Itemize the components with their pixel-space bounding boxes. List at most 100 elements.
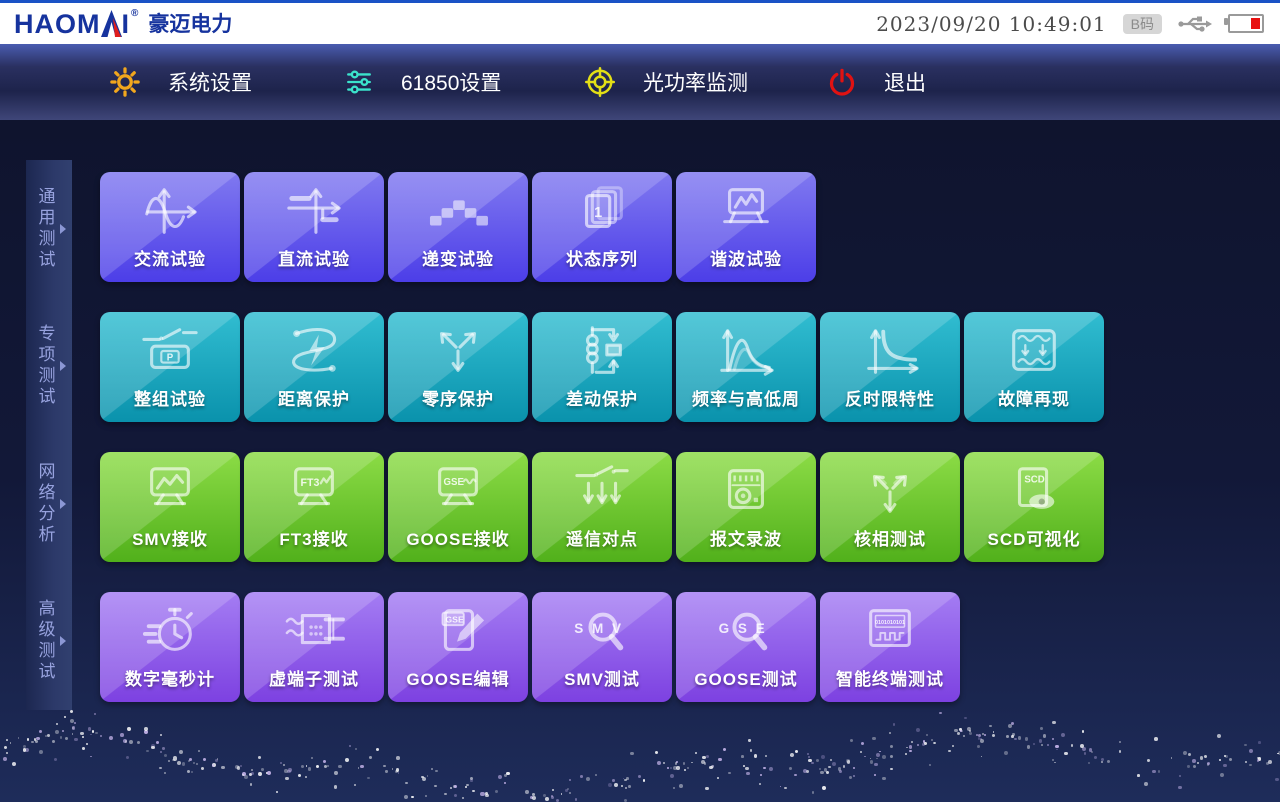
harmonic-test-icon — [704, 182, 788, 240]
menu-item-optical-power[interactable]: 光功率监测 — [585, 44, 748, 120]
particle-dot — [954, 729, 958, 733]
tile-distance-protection[interactable]: 距离保护 — [244, 312, 384, 422]
particle-dot — [879, 751, 881, 753]
chevron-right-icon — [60, 499, 66, 509]
tile-state-sequence[interactable]: 1 状态序列 — [532, 172, 672, 282]
tile-scd-visualization[interactable]: SCD SCD可视化 — [964, 452, 1104, 562]
particle-dot — [298, 774, 301, 777]
tile-label: 递变试验 — [388, 245, 528, 270]
particle-dot — [1223, 764, 1227, 768]
particle-dot — [162, 747, 165, 750]
brand-logo: HAOM I ® 豪迈电力 — [0, 10, 232, 37]
sidebar-tab-label: 网络分析 — [33, 462, 58, 546]
particle-dot — [1119, 750, 1121, 752]
sidebar-tab-special-test[interactable]: 专项测试 — [33, 324, 66, 408]
particle-dot — [323, 760, 326, 763]
particle-dot — [964, 717, 966, 719]
battery-icon — [1228, 14, 1264, 33]
particle-dot — [395, 770, 398, 773]
particle-dot — [963, 735, 966, 738]
menu-item-61850-settings[interactable]: 61850设置 — [345, 44, 501, 120]
particle-dot — [569, 792, 571, 794]
sidebar-tab-network-analysis[interactable]: 网络分析 — [33, 462, 66, 546]
tile-phase-check-test[interactable]: 核相测试 — [820, 452, 960, 562]
tile-ac-test[interactable]: 交流试验 — [100, 172, 240, 282]
group-test-icon: P — [128, 322, 212, 380]
menu-item-exit[interactable]: 退出 — [828, 44, 926, 120]
sidebar-tab-advanced-test[interactable]: 高级测试 — [33, 599, 66, 683]
particle-dot — [3, 757, 7, 761]
particle-dot — [215, 759, 218, 762]
particle-dot — [470, 777, 473, 780]
particle-dot — [39, 750, 43, 754]
tile-group-test[interactable]: P 整组试验 — [100, 312, 240, 422]
particle-dot — [853, 767, 855, 769]
tile-harmonic-test[interactable]: 谐波试验 — [676, 172, 816, 282]
particle-dot — [1207, 762, 1210, 765]
particle-dot — [1047, 744, 1049, 746]
menu-item-system-settings[interactable]: 系统设置 — [110, 44, 252, 120]
main-menu-bar: 系统设置 61850设置 光功率 — [0, 44, 1280, 120]
particle-dot — [1052, 759, 1054, 761]
tile-goose-receive[interactable]: GSE GOOSE接收 — [388, 452, 528, 562]
particle-dot — [702, 756, 705, 759]
particle-dot — [1119, 741, 1121, 743]
particle-dot — [201, 767, 204, 770]
particle-dot — [212, 763, 216, 767]
tile-frequency-test[interactable]: 频率与高低周 — [676, 312, 816, 422]
particle-dot — [679, 784, 683, 788]
category-sidebar: 通用测试 专项测试 网络分析 高级测试 — [26, 160, 72, 710]
tile-remote-signal-check[interactable]: 遥信对点 — [532, 452, 672, 562]
particle-dot — [872, 737, 876, 741]
tile-label: 虚端子测试 — [244, 665, 384, 690]
tile-smart-terminal-test[interactable]: 0101010101 智能终端测试 — [820, 592, 960, 702]
particle-dot — [750, 749, 753, 752]
particle-dot — [470, 779, 473, 782]
particle-dot — [819, 768, 821, 770]
tile-ramp-test[interactable]: 递变试验 — [388, 172, 528, 282]
particle-dot — [626, 777, 629, 780]
particle-dot — [160, 751, 162, 753]
particle-dot — [803, 769, 807, 773]
particle-dot — [545, 797, 549, 801]
particle-dot — [54, 758, 57, 761]
tile-inverse-time-characteristic[interactable]: 反时限特性 — [820, 312, 960, 422]
particle-dot — [676, 766, 679, 769]
inverse-time-icon — [848, 322, 932, 380]
tile-fault-replay[interactable]: 故障再现 — [964, 312, 1104, 422]
tile-dc-test[interactable]: 直流试验 — [244, 172, 384, 282]
menu-item-label: 61850设置 — [401, 67, 501, 97]
particle-dot — [624, 779, 627, 782]
particle-dot — [745, 767, 748, 770]
tile-zero-sequence-protection[interactable]: 零序保护 — [388, 312, 528, 422]
tile-message-record[interactable]: 报文录波 — [676, 452, 816, 562]
tile-row-special-test: P 整组试验 距离保护 零序保护 — [100, 312, 1104, 422]
tile-goose-edit[interactable]: GSE GOOSE编辑 — [388, 592, 528, 702]
particle-dot — [39, 730, 43, 734]
sidebar-tab-general-test[interactable]: 通用测试 — [33, 187, 66, 271]
tile-virtual-terminal-test[interactable]: 虚端子测试 — [244, 592, 384, 702]
particle-dot — [882, 755, 886, 759]
tile-label: GOOSE接收 — [388, 525, 528, 550]
tile-ft3-receive[interactable]: FT3 FT3接收 — [244, 452, 384, 562]
particle-dot — [952, 745, 954, 747]
goose-test-icon: GSE — [704, 602, 788, 660]
particle-dot — [675, 762, 678, 765]
tile-differential-protection[interactable]: 差动保护 — [532, 312, 672, 422]
particle-dot — [90, 756, 92, 758]
particle-dot — [276, 791, 278, 793]
tile-smv-receive[interactable]: SMV接收 — [100, 452, 240, 562]
particle-dot — [74, 738, 77, 741]
tile-digital-millisecond-meter[interactable]: 数字毫秒计 — [100, 592, 240, 702]
app-window: HAOM I ® 豪迈电力 2023/09/20 10:49:01 B码 — [0, 0, 1280, 802]
particle-dot — [422, 777, 426, 781]
particle-dot — [125, 740, 128, 743]
particle-dot — [327, 765, 329, 767]
chevron-right-icon — [60, 361, 66, 371]
tile-smv-test[interactable]: SMV SMV测试 — [532, 592, 672, 702]
particle-dot — [876, 753, 880, 757]
tile-goose-test[interactable]: GSE GOOSE测试 — [676, 592, 816, 702]
particle-dot — [933, 742, 935, 744]
particle-dot — [164, 772, 166, 774]
particle-dot — [504, 782, 506, 784]
